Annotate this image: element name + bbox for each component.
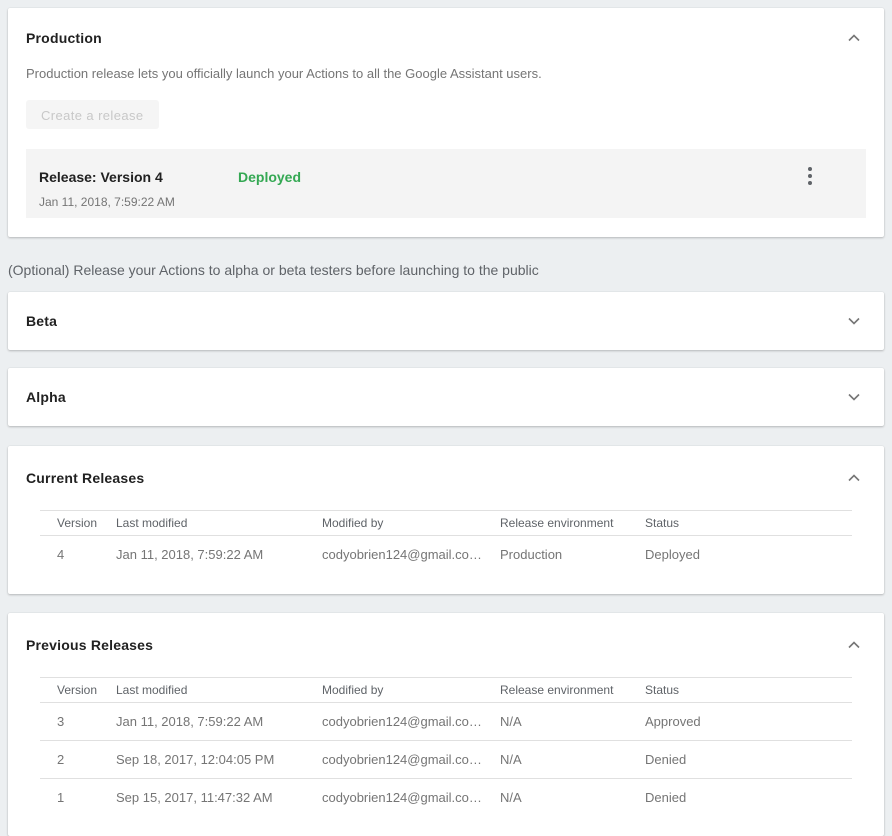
cell-last-modified: Jan 11, 2018, 7:59:22 AM <box>116 536 322 574</box>
beta-title: Beta <box>26 313 57 329</box>
current-releases-table-wrap: Version Last modified Modified by Releas… <box>40 510 852 574</box>
column-modified-by: Modified by <box>322 677 500 702</box>
table-row: 1 Sep 15, 2017, 11:47:32 AM codyobrien12… <box>40 778 852 816</box>
previous-releases-collapse-button[interactable] <box>842 633 866 657</box>
chevron-down-icon <box>848 393 860 401</box>
cell-version: 3 <box>40 702 116 740</box>
previous-releases-table-wrap: Version Last modified Modified by Releas… <box>40 677 852 817</box>
cell-release-environment: N/A <box>500 778 645 816</box>
release-line: Release: Version 4 Deployed <box>39 169 850 185</box>
release-menu-button[interactable] <box>798 164 822 188</box>
release-date: Jan 11, 2018, 7:59:22 AM <box>39 195 850 209</box>
release-status-badge: Deployed <box>238 169 301 185</box>
current-releases-card: Current Releases Version Last modified M… <box>8 446 884 594</box>
release-card: Release: Version 4 Deployed Jan 11, 2018… <box>26 149 866 218</box>
cell-modified-by: codyobrien124@gmail.co… <box>322 740 500 778</box>
current-releases-title: Current Releases <box>26 470 144 486</box>
production-description: Production release lets you officially l… <box>26 66 866 81</box>
releases-page: Production Production release lets you o… <box>0 0 892 836</box>
previous-releases-card: Previous Releases Version Last modified … <box>8 613 884 836</box>
chevron-up-icon <box>848 641 860 649</box>
cell-version: 1 <box>40 778 116 816</box>
column-release-environment: Release environment <box>500 677 645 702</box>
table-row: 4 Jan 11, 2018, 7:59:22 AM codyobrien124… <box>40 536 852 574</box>
chevron-down-icon <box>848 317 860 325</box>
cell-status: Approved <box>645 702 852 740</box>
production-collapse-button[interactable] <box>842 26 866 50</box>
column-release-environment: Release environment <box>500 511 645 536</box>
chevron-up-icon <box>848 34 860 42</box>
column-last-modified: Last modified <box>116 677 322 702</box>
cell-modified-by: codyobrien124@gmail.co… <box>322 778 500 816</box>
previous-releases-header[interactable]: Previous Releases <box>8 633 884 657</box>
optional-note: (Optional) Release your Actions to alpha… <box>8 262 884 278</box>
cell-status: Denied <box>645 778 852 816</box>
column-version: Version <box>40 511 116 536</box>
beta-card[interactable]: Beta <box>8 292 884 350</box>
alpha-card[interactable]: Alpha <box>8 368 884 426</box>
column-version: Version <box>40 677 116 702</box>
cell-last-modified: Sep 18, 2017, 12:04:05 PM <box>116 740 322 778</box>
more-vert-icon <box>808 167 812 185</box>
column-status: Status <box>645 511 852 536</box>
cell-release-environment: N/A <box>500 702 645 740</box>
previous-releases-title: Previous Releases <box>26 637 153 653</box>
column-last-modified: Last modified <box>116 511 322 536</box>
production-card: Production Production release lets you o… <box>8 8 884 237</box>
create-release-button[interactable]: Create a release <box>26 100 159 129</box>
table-header-row: Version Last modified Modified by Releas… <box>40 511 852 536</box>
cell-release-environment: N/A <box>500 740 645 778</box>
table-row: 2 Sep 18, 2017, 12:04:05 PM codyobrien12… <box>40 740 852 778</box>
cell-version: 2 <box>40 740 116 778</box>
alpha-expand-button[interactable] <box>842 385 866 409</box>
column-modified-by: Modified by <box>322 511 500 536</box>
alpha-title: Alpha <box>26 389 66 405</box>
current-releases-table: Version Last modified Modified by Releas… <box>40 510 852 574</box>
table-row: 3 Jan 11, 2018, 7:59:22 AM codyobrien124… <box>40 702 852 740</box>
beta-expand-button[interactable] <box>842 309 866 333</box>
cell-status: Denied <box>645 740 852 778</box>
cell-last-modified: Sep 15, 2017, 11:47:32 AM <box>116 778 322 816</box>
cell-last-modified: Jan 11, 2018, 7:59:22 AM <box>116 702 322 740</box>
current-releases-header[interactable]: Current Releases <box>8 466 884 490</box>
chevron-up-icon <box>848 474 860 482</box>
production-title: Production <box>26 30 102 46</box>
production-header[interactable]: Production <box>26 26 866 50</box>
cell-version: 4 <box>40 536 116 574</box>
current-releases-collapse-button[interactable] <box>842 466 866 490</box>
cell-modified-by: codyobrien124@gmail.co… <box>322 536 500 574</box>
previous-releases-table: Version Last modified Modified by Releas… <box>40 677 852 817</box>
cell-modified-by: codyobrien124@gmail.co… <box>322 702 500 740</box>
cell-status: Deployed <box>645 536 852 574</box>
table-header-row: Version Last modified Modified by Releas… <box>40 677 852 702</box>
cell-release-environment: Production <box>500 536 645 574</box>
release-title: Release: Version 4 <box>39 169 238 185</box>
column-status: Status <box>645 677 852 702</box>
